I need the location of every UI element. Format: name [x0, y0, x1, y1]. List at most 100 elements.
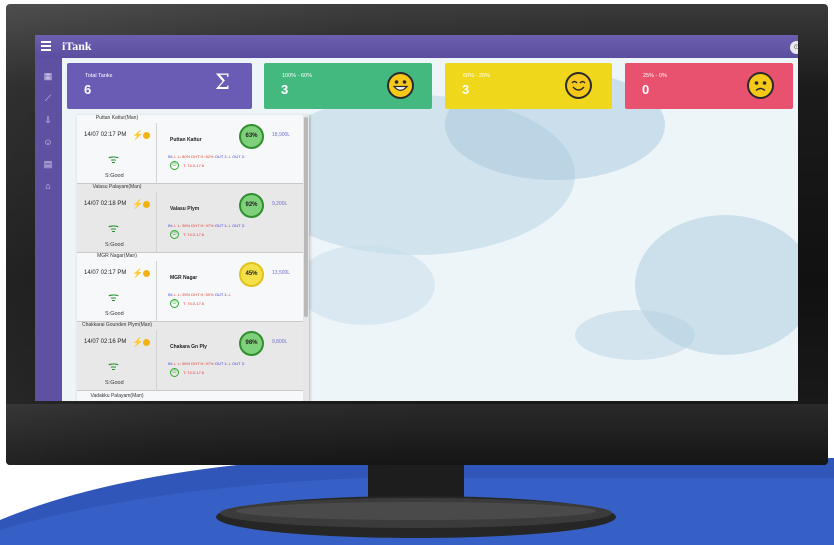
tank-name: Chakara Gn Ply: [170, 344, 207, 350]
solar-icon: [143, 339, 150, 346]
card-label: 100% - 60%: [282, 73, 312, 79]
level-high-card[interactable]: 100% - 60% 3: [264, 63, 432, 109]
user-icon[interactable]: ☺: [42, 136, 54, 148]
sad-face-icon: [747, 72, 774, 99]
power-bolt-icon: ⚡: [132, 199, 144, 209]
level-mid-card[interactable]: 60% - 25% 3: [445, 63, 612, 109]
tank-volume: 9,800L: [272, 339, 288, 345]
signal-status: S:Good: [105, 311, 124, 317]
device-status: 14/07 02:16 PM ⚡ ᯤ S:Good: [77, 330, 157, 391]
power-bolt-icon: ⚡: [132, 337, 144, 347]
tank-volume: 18,900L: [272, 132, 291, 138]
outlet-1-label: OUT 1:: [214, 154, 228, 159]
download-icon[interactable]: ⇩: [42, 114, 54, 126]
solar-icon: [143, 132, 150, 139]
smile-face-icon: [565, 72, 592, 99]
power-button-icon[interactable]: ⏻: [170, 299, 179, 308]
power-button-icon[interactable]: ⏻: [170, 368, 179, 377]
tap-icon: ⊥: [173, 223, 177, 228]
valve-row: IN:⊥ L: 96% DHT H: 97% OUT 1:⊥ OUT 2:: [168, 223, 245, 228]
total-tanks-card[interactable]: Total Tanks 6 Σ: [67, 63, 252, 109]
lock-icon[interactable]: ⌂: [42, 180, 54, 192]
wifi-icon: ᯤ: [108, 290, 119, 304]
tank-location: Vadakku Palayam(Man): [90, 393, 144, 399]
valve-row: IN:⊥ L: 80% DHT H: 82% OUT 1:⊥ OUT 2:: [168, 154, 245, 159]
monitor-screen: iTank ⊙ ▦ ⟋ ⇩ ☺ ▤ ⌂ Total Tanks 6 Σ 100%…: [35, 35, 798, 401]
outlet-2-label: OUT 2:: [232, 154, 246, 159]
card-value: 0: [642, 82, 650, 97]
tank-location: Puttan Kattur(Man): [95, 115, 139, 121]
top-app-bar: iTank ⊙: [35, 35, 798, 58]
solar-icon: [143, 201, 150, 208]
outlet-1-label: OUT 1:: [214, 361, 228, 366]
card-label: Total Tanks: [85, 73, 113, 79]
power-button-icon[interactable]: ⏻: [170, 161, 179, 170]
temperature-reading: T: 74.0-17.6: [183, 370, 205, 375]
tank-location: Chakkarai Gounden Plym(Man): [81, 322, 153, 328]
table-icon[interactable]: ▤: [42, 158, 54, 170]
grid-icon[interactable]: ▦: [42, 70, 54, 82]
wifi-icon: ᯤ: [108, 359, 119, 373]
tap-icon: ⊥: [227, 292, 232, 297]
card-value: 3: [462, 82, 470, 97]
sensor-stats: L: 80% DHT H: 82%: [177, 154, 214, 159]
valve-row: IN:⊥ L: 25% DHT H: 50% OUT 1:⊥: [168, 292, 231, 297]
chart-line-icon[interactable]: ⟋: [42, 92, 54, 104]
sigma-icon: Σ: [215, 70, 230, 94]
device-status: 14/07 02:17 PM ⚡ ᯤ S:Good: [77, 261, 157, 322]
power-bolt-icon: ⚡: [132, 130, 144, 140]
card-value: 3: [281, 82, 289, 97]
app-title: iTank: [62, 39, 92, 53]
tank-entry[interactable]: Puttan Kattur(Man) 14/07 02:17 PM ⚡ ᯤ S:…: [77, 115, 303, 184]
card-label: 25% - 0%: [643, 73, 667, 79]
tap-icon: ⊥: [227, 361, 232, 366]
tank-entry[interactable]: MGR Nagar(Man) 14/07 02:17 PM ⚡ ᯤ S:Good…: [77, 253, 303, 322]
happy-face-icon: [387, 72, 414, 99]
sensor-stats: L: 96% DHT H: 97%: [177, 223, 214, 228]
scene: iTank ⊙ ▦ ⟋ ⇩ ☺ ▤ ⌂ Total Tanks 6 Σ 100%…: [0, 0, 834, 545]
level-low-card[interactable]: 25% - 0% 0: [625, 63, 793, 109]
device-status: 14/07 02:18 PM ⚡ ᯤ S:Good: [77, 192, 157, 253]
tank-name: Puttan Kattur: [170, 137, 202, 143]
tank-volume: 9,200L: [272, 201, 288, 207]
tap-icon: ⊥: [227, 154, 232, 159]
tank-entry[interactable]: Chakkarai Gounden Plym(Man) 14/07 02:16 …: [77, 322, 303, 391]
signal-status: S:Good: [105, 173, 124, 179]
level-gauge: 63%: [239, 124, 264, 149]
last-update-time: 14/07 02:16 PM: [84, 339, 127, 345]
last-update-time: 14/07 02:17 PM: [84, 132, 127, 138]
last-update-time: 14/07 02:17 PM: [84, 270, 127, 276]
hamburger-menu-icon[interactable]: [41, 41, 51, 51]
scrollbar[interactable]: [303, 115, 309, 401]
tap-icon: ⊥: [227, 223, 232, 228]
tap-icon: ⊥: [173, 361, 177, 366]
card-label: 60% - 25%: [463, 73, 490, 79]
wifi-icon: ᯤ: [108, 152, 119, 166]
tank-location: Valasu Palayam(Man): [92, 184, 142, 190]
wifi-icon: ᯤ: [108, 221, 119, 235]
solar-icon: [143, 270, 150, 277]
tank-list-panel: Puttan Kattur(Man) 14/07 02:17 PM ⚡ ᯤ S:…: [77, 115, 309, 401]
tank-volume: 13,500L: [272, 270, 291, 276]
valve-row: IN:⊥ L: 96% DHT H: 97% OUT 1:⊥ OUT 2:: [168, 361, 245, 366]
level-gauge: 92%: [239, 193, 264, 218]
outlet-2-label: OUT 2:: [232, 223, 246, 228]
tap-icon: ⊥: [173, 154, 177, 159]
outlet-2-label: OUT 2:: [232, 361, 246, 366]
temperature-reading: T: 74.0-17.6: [183, 163, 205, 168]
device-status: 14/07 02:17 PM ⚡ ᯤ S:Good: [77, 123, 157, 184]
signal-status: S:Good: [105, 242, 124, 248]
power-button-icon[interactable]: ⏻: [170, 230, 179, 239]
sensor-stats: L: 25% DHT H: 50%: [177, 292, 214, 297]
power-bolt-icon: ⚡: [132, 268, 144, 278]
signal-status: S:Good: [105, 380, 124, 386]
temperature-reading: T: 74.0-17.6: [183, 301, 205, 306]
outlet-1-label: OUT 1:: [214, 292, 228, 297]
outlet-1-label: OUT 1:: [214, 223, 228, 228]
tank-entry[interactable]: Valasu Palayam(Man) 14/07 02:18 PM ⚡ ᯤ S…: [77, 184, 303, 253]
user-profile-button[interactable]: ⊙: [790, 41, 798, 54]
sidebar: ▦ ⟋ ⇩ ☺ ▤ ⌂: [35, 58, 62, 401]
scrollbar-thumb[interactable]: [304, 117, 308, 317]
tank-location: MGR Nagar(Man): [97, 253, 137, 259]
tap-icon: ⊥: [173, 292, 177, 297]
